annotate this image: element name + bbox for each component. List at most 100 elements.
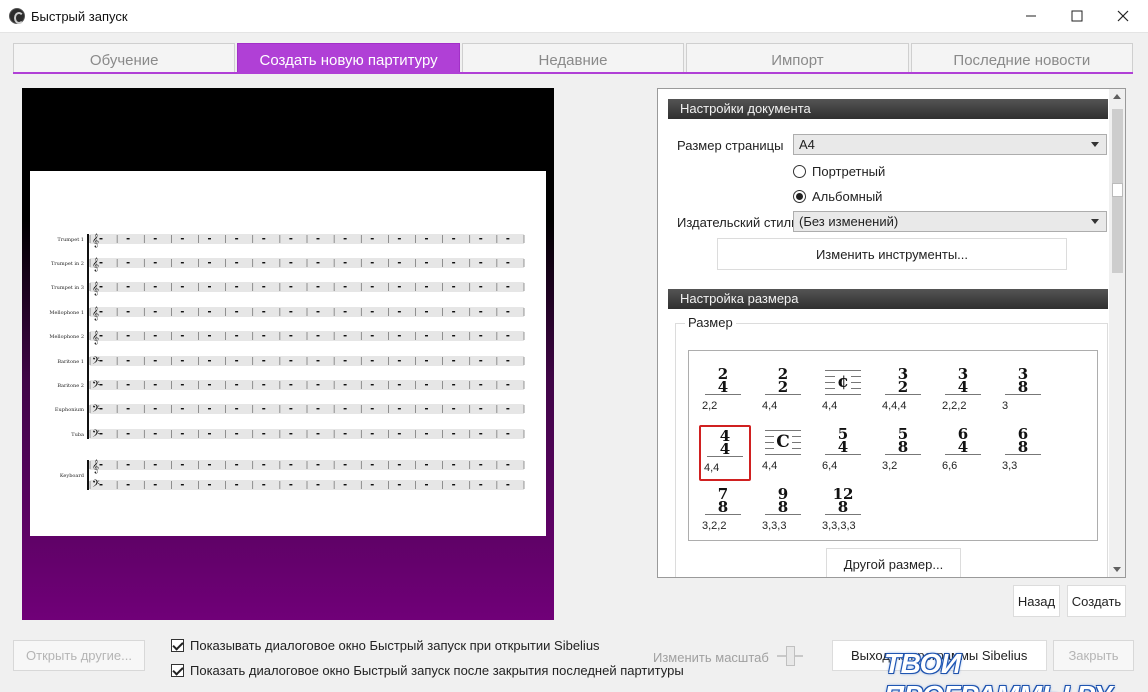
time-signature-option[interactable]: 38 3	[999, 365, 1051, 421]
checkbox-indicator	[171, 639, 184, 652]
other-time-signature-button[interactable]: Другой размер...	[826, 548, 961, 577]
radio-portrait-indicator	[793, 165, 806, 178]
time-signature-list: 2 4 2,2 2 2 4,4 ¢ 4,4 3 2 4,4,4 3 4 2,2,2 3 8 3 4 4 4,4 C 4,4…	[688, 350, 1098, 541]
house-style-dropdown[interactable]: (Без изменений)	[793, 211, 1107, 232]
rest-mark	[479, 408, 483, 410]
rest-mark	[479, 360, 483, 362]
rest-mark	[506, 360, 510, 362]
time-signature-option[interactable]: 9 8 3,3,3	[759, 485, 811, 541]
rest-mark	[316, 408, 320, 410]
rest-mark	[452, 262, 456, 264]
rest-mark	[289, 286, 293, 288]
rest-mark	[316, 335, 320, 337]
rest-mark	[262, 408, 266, 410]
rest-mark	[316, 464, 320, 466]
beaming-label: 3,3	[1002, 460, 1018, 472]
beaming-label: 2,2,2	[942, 400, 967, 412]
open-other-button[interactable]: Открыть другие...	[13, 640, 145, 671]
rest-mark	[370, 262, 374, 264]
rest-mark	[397, 262, 401, 264]
zoom-slider-thumb[interactable]	[786, 646, 795, 666]
show-on-start-checkbox[interactable]: Показывать диалоговое окно Быстрый запус…	[171, 638, 600, 653]
tab-learn[interactable]: Обучение	[13, 43, 236, 73]
rest-mark	[180, 262, 184, 264]
rest-mark	[506, 238, 510, 240]
time-signature-denominator: 8	[825, 500, 861, 515]
clef-icon: 𝄢	[92, 428, 100, 442]
rest-mark	[424, 464, 428, 466]
rest-mark	[262, 286, 266, 288]
minimize-button[interactable]	[1008, 0, 1054, 32]
time-signature-option[interactable]: 5 4 6,4	[819, 425, 871, 481]
zoom-slider[interactable]	[777, 646, 803, 666]
rest-mark	[316, 384, 320, 386]
rest-mark	[99, 408, 103, 410]
beaming-label: 2,2	[702, 400, 718, 412]
time-signature-option[interactable]: 6 8 3,3	[999, 425, 1051, 481]
rest-mark	[316, 360, 320, 362]
portrait-radio[interactable]: Портретный	[793, 164, 885, 179]
time-signature-option[interactable]: 2 4 2,2	[699, 365, 751, 421]
landscape-label: Альбомный	[812, 189, 883, 204]
panel-scrollbar[interactable]	[1109, 89, 1125, 577]
time-signature-option[interactable]: 7 8 3,2,2	[699, 485, 751, 541]
rest-mark	[207, 238, 211, 240]
rest-mark	[235, 360, 239, 362]
rest-mark	[207, 408, 211, 410]
time-signature-denominator: 8	[765, 500, 801, 515]
rest-mark	[153, 311, 157, 313]
show-on-start-label: Показывать диалоговое окно Быстрый запус…	[190, 638, 600, 653]
rest-mark	[126, 384, 130, 386]
rest-mark	[370, 286, 374, 288]
scroll-up-icon[interactable]	[1113, 94, 1121, 99]
tab-new-score[interactable]: Создать новую партитуру	[237, 43, 460, 73]
tab-news[interactable]: Последние новости	[910, 43, 1134, 73]
keyboard-brace	[87, 460, 89, 490]
show-on-close-checkbox[interactable]: Показать диалоговое окно Быстрый запуск …	[171, 663, 684, 678]
rest-mark	[370, 484, 374, 486]
rest-mark	[289, 433, 293, 435]
instrument-name: Mellophone 2	[49, 334, 84, 340]
tab-import[interactable]: Импорт	[686, 43, 909, 73]
rest-mark	[479, 262, 483, 264]
instrument-name: Tuba	[71, 432, 84, 438]
time-signature-option[interactable]: 6 4 6,6	[939, 425, 991, 481]
rest-mark	[235, 238, 239, 240]
rest-mark	[506, 311, 510, 313]
time-signature-option[interactable]: C 4,4	[759, 425, 811, 481]
time-signature-option[interactable]: ¢ 4,4	[819, 365, 871, 421]
time-signature-option[interactable]: 3 2 4,4,4	[879, 365, 931, 421]
rest-mark	[153, 262, 157, 264]
rest-mark	[262, 433, 266, 435]
rest-mark	[452, 335, 456, 337]
time-signature-denominator: 4	[825, 440, 861, 455]
rest-mark	[235, 335, 239, 337]
time-signature-option[interactable]: 5 8 3,2	[879, 425, 931, 481]
create-button[interactable]: Создать	[1067, 585, 1126, 617]
rest-mark	[262, 484, 266, 486]
rest-mark	[180, 335, 184, 337]
rest-mark	[316, 484, 320, 486]
back-button[interactable]: Назад	[1013, 585, 1060, 617]
tab-recent[interactable]: Недавние	[461, 43, 685, 73]
time-signature-option[interactable]: 4 4 4,4	[699, 425, 751, 481]
time-signature-option[interactable]: 12 8 3,3,3,3	[819, 485, 871, 541]
system-bracket	[87, 234, 89, 439]
page-size-dropdown[interactable]: A4	[793, 134, 1107, 155]
time-signature-option[interactable]: 2 2 4,4	[759, 365, 811, 421]
scroll-down-icon[interactable]	[1113, 567, 1121, 572]
time-signature-denominator: 8	[885, 440, 921, 455]
clef-icon: 𝄢	[92, 403, 100, 417]
beaming-label: 6,4	[822, 460, 838, 472]
rest-mark	[397, 484, 401, 486]
close-window-button[interactable]	[1100, 0, 1146, 32]
time-signature-option[interactable]: 3 4 2,2,2	[939, 365, 991, 421]
rest-mark	[235, 311, 239, 313]
rest-mark	[153, 286, 157, 288]
rest-mark	[343, 286, 347, 288]
rest-mark	[479, 335, 483, 337]
maximize-button[interactable]	[1054, 0, 1100, 32]
landscape-radio[interactable]: Альбомный	[793, 189, 882, 204]
rest-mark	[262, 464, 266, 466]
change-instruments-button[interactable]: Изменить инструменты...	[717, 238, 1067, 270]
